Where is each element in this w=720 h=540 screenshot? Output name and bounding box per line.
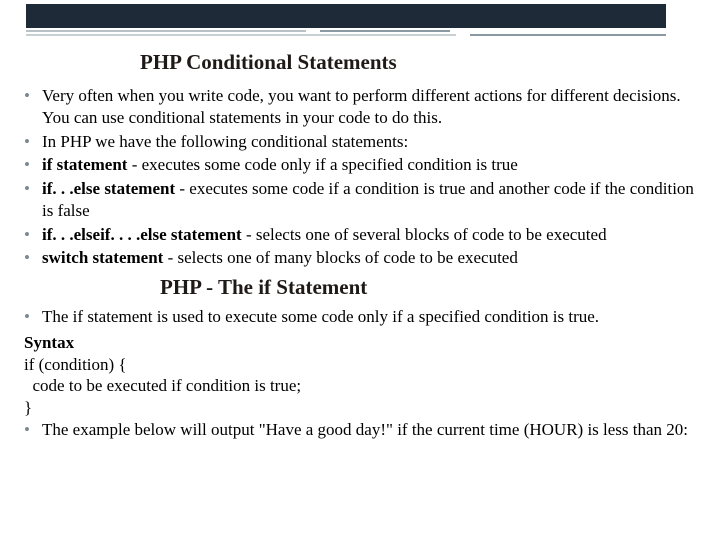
- syntax-line: code to be executed if condition is true…: [24, 375, 708, 397]
- list-bold: if statement: [42, 155, 127, 174]
- list-item: if. . .elseif. . . .else statement - sel…: [42, 224, 708, 246]
- slide-content: PHP Conditional Statements Very often wh…: [20, 50, 708, 445]
- syntax-label-bold: Syntax: [24, 333, 74, 352]
- slide-top-border: [0, 0, 720, 36]
- list-item: if statement - executes some code only i…: [42, 154, 708, 176]
- list-text: - selects one of several blocks of code …: [242, 225, 607, 244]
- heading-conditional: PHP Conditional Statements: [140, 50, 708, 75]
- list-text: - selects one of many blocks of code to …: [163, 248, 518, 267]
- heading-if-statement: PHP - The if Statement: [160, 275, 708, 300]
- bullet-list-2: The if statement is used to execute some…: [20, 306, 708, 328]
- list-bold: switch statement: [42, 248, 163, 267]
- list-text: The example below will output "Have a go…: [42, 420, 688, 439]
- decor-bar-dark: [26, 4, 666, 28]
- list-bold: if. . .elseif. . . .else statement: [42, 225, 242, 244]
- list-item: Very often when you write code, you want…: [42, 85, 708, 129]
- decor-bar-light-2: [26, 34, 456, 36]
- list-item: if. . .else statement - executes some co…: [42, 178, 708, 222]
- list-text: Very often when you write code, you want…: [42, 86, 681, 127]
- bullet-list-1: Very often when you write code, you want…: [20, 85, 708, 269]
- list-item: The example below will output "Have a go…: [42, 419, 708, 441]
- list-item: switch statement - selects one of many b…: [42, 247, 708, 269]
- list-text: - executes some code only if a specified…: [127, 155, 517, 174]
- list-text: The if statement is used to execute some…: [42, 307, 599, 326]
- list-bold: if. . .else statement: [42, 179, 175, 198]
- decor-bar-light-1: [26, 30, 306, 32]
- list-item: The if statement is used to execute some…: [42, 306, 708, 328]
- bullet-list-3: The example below will output "Have a go…: [20, 419, 708, 441]
- decor-bar-mid-2: [470, 34, 666, 36]
- list-text: In PHP we have the following conditional…: [42, 132, 408, 151]
- decor-bar-mid-1: [320, 30, 450, 32]
- syntax-line: if (condition) {: [24, 354, 708, 376]
- syntax-line: }: [24, 397, 708, 419]
- syntax-label: Syntax: [24, 332, 708, 354]
- list-item: In PHP we have the following conditional…: [42, 131, 708, 153]
